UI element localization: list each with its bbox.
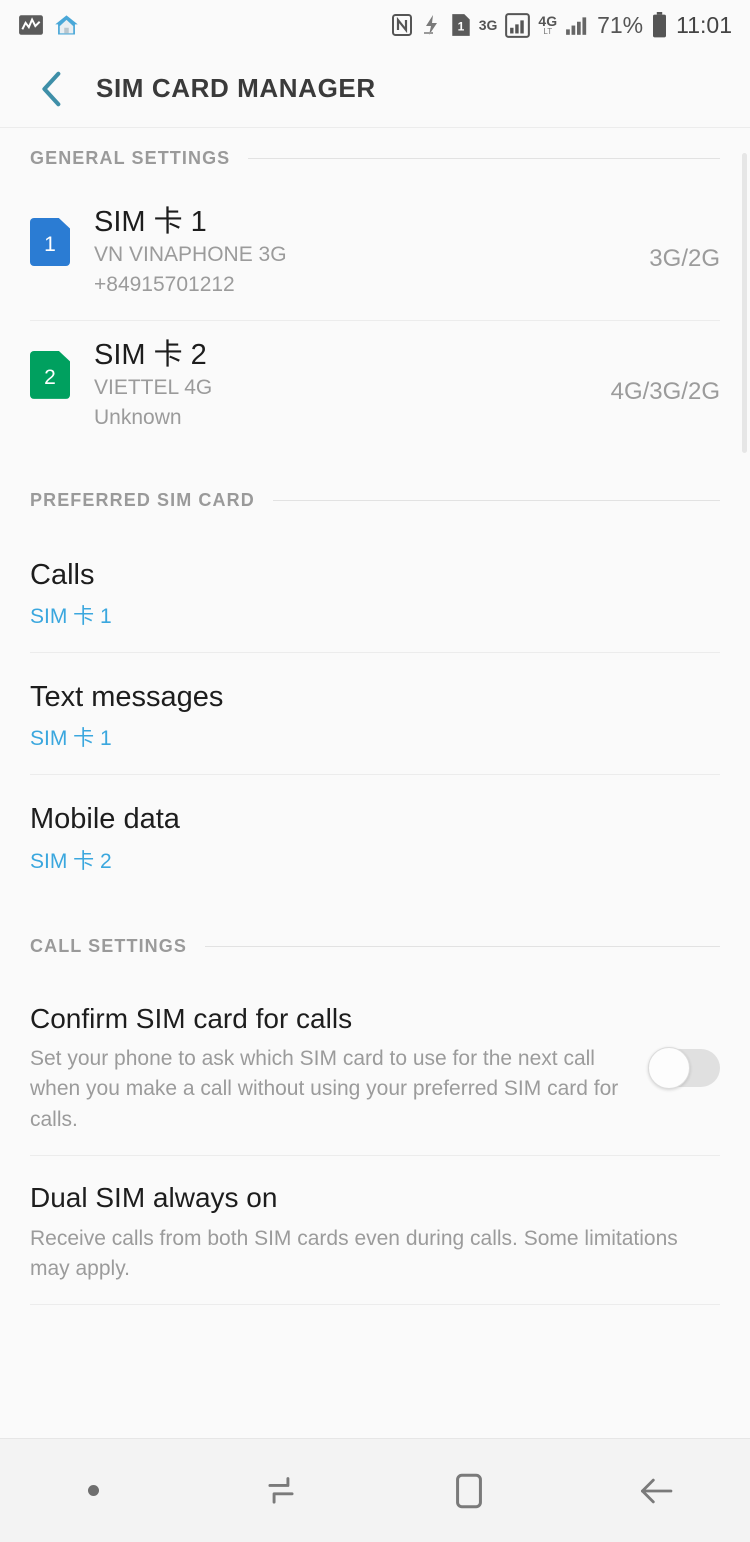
sim-title: SIM 卡 2 [94,338,207,371]
nfc-icon [391,13,413,37]
home-app-icon [53,12,80,39]
status-bar: 1 3G 4G LT 71% 11:01 [0,0,750,50]
signal-bars-sim1-icon [505,12,531,38]
nav-back-button[interactable] [563,1439,750,1542]
list-divider [30,1304,720,1306]
call-row-confirm-sim[interactable]: Confirm SIM card for calls Set your phon… [0,977,750,1156]
preferred-value: SIM 卡 1 [30,605,112,628]
section-label: GENERAL SETTINGS [30,147,231,168]
preferred-row-calls[interactable]: Calls SIM 卡 1 [0,531,750,652]
clock-label: 11:01 [676,11,732,38]
battery-percent-label: 71% [597,11,644,38]
preferred-row-mobile-data[interactable]: Mobile data SIM 卡 2 [0,775,750,896]
sim-row-1[interactable]: 1 SIM 卡 1 VN VINAPHONE 3G +84915701212 3… [0,188,750,320]
network-4g-icon: 4G LT [538,13,558,36]
sim-number: Unknown [94,405,182,429]
back-button[interactable] [30,67,74,111]
sim-card-icon-1: 1 [30,218,70,266]
nav-recents-button[interactable] [188,1439,376,1542]
sim-network-mode: 3G/2G [649,244,720,272]
svg-text:1: 1 [457,19,464,33]
preferred-value: SIM 卡 1 [30,727,112,751]
section-rule [272,500,720,502]
call-title: Confirm SIM card for calls [30,1002,353,1034]
preferred-title: Text messages [30,681,224,713]
sim-carrier: VIETTEL 4G [94,376,213,400]
dot-icon [88,1485,100,1496]
section-header-preferred: PREFERRED SIM CARD [0,471,750,531]
nav-home-button[interactable] [375,1439,563,1542]
section-label: CALL SETTINGS [30,936,187,956]
vibrate-icon [421,13,443,37]
section-header-call-settings: CALL SETTINGS [0,917,750,977]
sim-carrier: VN VINAPHONE 3G [94,243,287,267]
sim-number: +84915701212 [94,273,235,297]
toggle-knob [648,1046,690,1089]
preferred-title: Mobile data [30,803,180,836]
sim-card-manager-screen: 1 3G 4G LT 71% 11:01 SIM CARD MANAGER GE… [0,0,750,1542]
sim-row-2[interactable]: 2 SIM 卡 2 VIETTEL 4G Unknown 4G/3G/2G [0,321,750,453]
call-row-dual-sim-always-on[interactable]: Dual SIM always on Receive calls from bo… [0,1156,750,1304]
call-description: Receive calls from both SIM cards even d… [30,1226,678,1281]
call-title: Dual SIM always on [30,1182,278,1214]
battery-icon [651,12,668,38]
call-text-block: Confirm SIM card for calls Set your phon… [30,1001,648,1136]
navigation-bar [0,1438,750,1542]
activity-monitor-icon [18,12,44,38]
preferred-row-text-messages[interactable]: Text messages SIM 卡 1 [0,653,750,774]
sim-card-icon-2: 2 [30,350,70,399]
signal-bars-sim2-icon [565,13,589,37]
network-3g-icon: 3G [478,17,498,33]
sim-badge-label: 1 [30,218,70,266]
preferred-value: SIM 卡 2 [30,849,112,873]
sim-title: SIM 卡 1 [94,206,207,238]
sim-badge-label: 2 [30,350,70,399]
sim-text-block: SIM 卡 1 VN VINAPHONE 3G +84915701212 [94,204,649,300]
call-description: Set your phone to ask which SIM card to … [30,1046,619,1131]
settings-list: GENERAL SETTINGS 1 SIM 卡 1 VN VINAPHONE … [0,128,750,1438]
section-header-general: GENERAL SETTINGS [0,128,750,188]
section-rule [248,157,720,159]
section-label: PREFERRED SIM CARD [30,490,255,511]
nav-dot-indicator[interactable] [0,1439,188,1542]
app-bar: SIM CARD MANAGER [0,50,750,128]
confirm-sim-toggle[interactable] [648,1046,720,1089]
call-text-block: Dual SIM always on Receive calls from bo… [30,1180,720,1284]
recents-icon [268,1476,294,1504]
preferred-title: Calls [30,558,95,591]
sim-1-icon: 1 [451,13,471,37]
section-rule [204,946,720,947]
sim-text-block: SIM 卡 2 VIETTEL 4G Unknown [94,337,611,433]
status-bar-right-icons: 1 3G 4G LT 71% 11:01 [391,12,732,39]
page-title: SIM CARD MANAGER [96,73,376,103]
back-arrow-icon [641,1478,673,1503]
sim-network-mode: 4G/3G/2G [610,377,720,405]
home-icon [455,1473,482,1508]
status-bar-left-icons [18,12,80,39]
